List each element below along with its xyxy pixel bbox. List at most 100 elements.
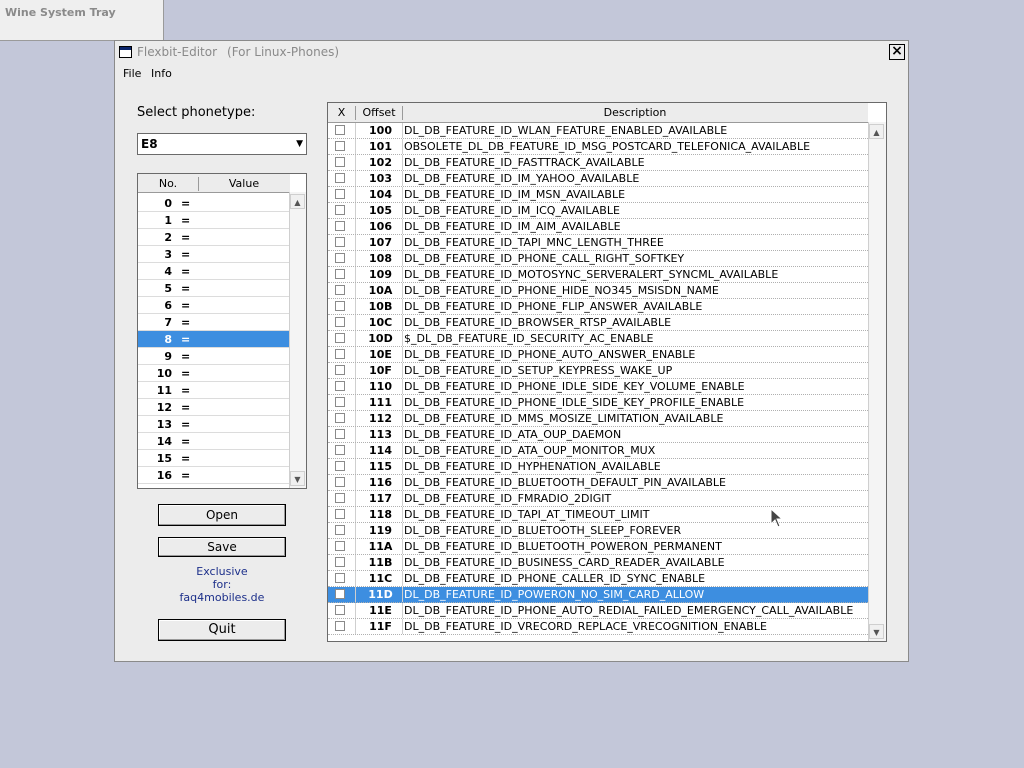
value-list-row[interactable]: 13 = xyxy=(138,416,290,433)
feature-row[interactable]: 10C DL_DB_FEATURE_ID_BROWSER_RTSP_AVAILAB… xyxy=(328,315,868,331)
column-no[interactable]: No. xyxy=(138,177,199,191)
feature-checkbox[interactable] xyxy=(335,285,345,295)
column-description[interactable]: Description xyxy=(403,106,867,120)
feature-row[interactable]: 112 DL_DB_FEATURE_ID_MMS_MOSIZE_LIMITATIO… xyxy=(328,411,868,427)
scroll-down-icon[interactable]: ▼ xyxy=(290,471,305,486)
quit-button[interactable]: Quit xyxy=(158,619,286,641)
feature-checkbox[interactable] xyxy=(335,621,345,631)
feature-row[interactable]: 102 DL_DB_FEATURE_ID_FASTTRACK_AVAILABLE xyxy=(328,155,868,171)
value-list-row[interactable]: 0 = xyxy=(138,195,290,212)
value-list-row[interactable]: 10 = xyxy=(138,365,290,382)
value-list-row[interactable]: 14 = xyxy=(138,433,290,450)
feature-row[interactable]: 107 DL_DB_FEATURE_ID_TAPI_MNC_LENGTH_THRE… xyxy=(328,235,868,251)
value-list-row[interactable]: 9 = xyxy=(138,348,290,365)
feature-row[interactable]: 10A DL_DB_FEATURE_ID_PHONE_HIDE_NO345_MSI… xyxy=(328,283,868,299)
value-list[interactable]: No. Value 0 = 1 = 2 = 3 = 4 = 5 = 6 = 7 = 8 = 9 = 10 = 11 = 12 = 1… xyxy=(137,173,307,489)
feature-checkbox[interactable] xyxy=(335,413,345,423)
feature-row[interactable]: 103 DL_DB_FEATURE_ID_IM_YAHOO_AVAILABLE xyxy=(328,171,868,187)
feature-checkbox[interactable] xyxy=(335,589,345,599)
feature-checkbox[interactable] xyxy=(335,301,345,311)
feature-checkbox[interactable] xyxy=(335,317,345,327)
feature-checkbox[interactable] xyxy=(335,397,345,407)
feature-row[interactable]: 10D $_DL_DB_FEATURE_ID_SECURITY_AC_ENABLE xyxy=(328,331,868,347)
feature-checkbox[interactable] xyxy=(335,189,345,199)
feature-checkbox[interactable] xyxy=(335,269,345,279)
feature-row[interactable]: 100 DL_DB_FEATURE_ID_WLAN_FEATURE_ENABLED… xyxy=(328,123,868,139)
feature-checkbox[interactable] xyxy=(335,509,345,519)
feature-checkbox[interactable] xyxy=(335,221,345,231)
open-button[interactable]: Open xyxy=(158,504,286,526)
feature-row[interactable]: 110 DL_DB_FEATURE_ID_PHONE_IDLE_SIDE_KEY_… xyxy=(328,379,868,395)
feature-row[interactable]: 105 DL_DB_FEATURE_ID_IM_ICQ_AVAILABLE xyxy=(328,203,868,219)
feature-checkbox[interactable] xyxy=(335,349,345,359)
feature-checkbox[interactable] xyxy=(335,157,345,167)
value-list-row[interactable]: 6 = xyxy=(138,297,290,314)
feature-checkbox[interactable] xyxy=(335,365,345,375)
chevron-down-icon[interactable]: ▼ xyxy=(296,139,303,149)
feature-row[interactable]: 11C DL_DB_FEATURE_ID_PHONE_CALLER_ID_SYNC… xyxy=(328,571,868,587)
value-list-row[interactable]: 4 = xyxy=(138,263,290,280)
feature-row[interactable]: 106 DL_DB_FEATURE_ID_IM_AIM_AVAILABLE xyxy=(328,219,868,235)
column-x[interactable]: X xyxy=(328,106,356,120)
value-list-row[interactable]: 8 = xyxy=(138,331,290,348)
feature-row[interactable]: 104 DL_DB_FEATURE_ID_IM_MSN_AVAILABLE xyxy=(328,187,868,203)
feature-row[interactable]: 11B DL_DB_FEATURE_ID_BUSINESS_CARD_READER… xyxy=(328,555,868,571)
scroll-up-icon[interactable]: ▲ xyxy=(869,124,884,139)
feature-checkbox[interactable] xyxy=(335,173,345,183)
menu-file[interactable]: File xyxy=(123,67,141,80)
feature-row[interactable]: 119 DL_DB_FEATURE_ID_BLUETOOTH_SLEEP_FORE… xyxy=(328,523,868,539)
scroll-up-icon[interactable]: ▲ xyxy=(290,194,305,209)
feature-table[interactable]: X Offset Description 100 DL_DB_FEATURE_ID… xyxy=(327,102,887,642)
value-list-row[interactable]: 1 = xyxy=(138,212,290,229)
feature-row[interactable]: 11E DL_DB_FEATURE_ID_PHONE_AUTO_REDIAL_FA… xyxy=(328,603,868,619)
feature-checkbox[interactable] xyxy=(335,253,345,263)
feature-checkbox[interactable] xyxy=(335,477,345,487)
feature-checkbox[interactable] xyxy=(335,541,345,551)
feature-row[interactable]: 11A DL_DB_FEATURE_ID_BLUETOOTH_POWERON_PE… xyxy=(328,539,868,555)
column-value[interactable]: Value xyxy=(198,177,290,190)
feature-row[interactable]: 10F DL_DB_FEATURE_ID_SETUP_KEYPRESS_WAKE_… xyxy=(328,363,868,379)
feature-checkbox[interactable] xyxy=(335,493,345,503)
feature-row[interactable]: 111 DL_DB_FEATURE_ID_PHONE_IDLE_SIDE_KEY_… xyxy=(328,395,868,411)
value-list-row[interactable]: 7 = xyxy=(138,314,290,331)
feature-table-scrollbar[interactable]: ▲ ▼ xyxy=(868,122,886,641)
feature-row[interactable]: 114 DL_DB_FEATURE_ID_ATA_OUP_MONITOR_MUX xyxy=(328,443,868,459)
value-list-row[interactable]: 15 = xyxy=(138,450,290,467)
feature-checkbox[interactable] xyxy=(335,557,345,567)
close-button[interactable]: × xyxy=(889,44,905,60)
feature-row[interactable]: 101 OBSOLETE_DL_DB_FEATURE_ID_MSG_POSTCAR… xyxy=(328,139,868,155)
save-button[interactable]: Save xyxy=(158,537,286,557)
feature-checkbox[interactable] xyxy=(335,125,345,135)
feature-row[interactable]: 117 DL_DB_FEATURE_ID_FMRADIO_2DIGIT xyxy=(328,491,868,507)
feature-checkbox[interactable] xyxy=(335,205,345,215)
menu-info[interactable]: Info xyxy=(151,67,172,80)
feature-checkbox[interactable] xyxy=(335,605,345,615)
feature-checkbox[interactable] xyxy=(335,525,345,535)
column-offset[interactable]: Offset xyxy=(356,106,403,120)
value-list-row[interactable]: 12 = xyxy=(138,399,290,416)
feature-row[interactable]: 10B DL_DB_FEATURE_ID_PHONE_FLIP_ANSWER_AV… xyxy=(328,299,868,315)
value-list-row[interactable]: 5 = xyxy=(138,280,290,297)
title-bar[interactable]: Flexbit-Editor (For Linux-Phones) × xyxy=(115,41,908,65)
window-icon[interactable] xyxy=(119,46,132,58)
feature-checkbox[interactable] xyxy=(335,237,345,247)
feature-checkbox[interactable] xyxy=(335,333,345,343)
feature-row[interactable]: 10E DL_DB_FEATURE_ID_PHONE_AUTO_ANSWER_EN… xyxy=(328,347,868,363)
feature-checkbox[interactable] xyxy=(335,381,345,391)
feature-checkbox[interactable] xyxy=(335,141,345,151)
value-list-scrollbar[interactable]: ▲ ▼ xyxy=(289,192,306,488)
feature-row[interactable]: 115 DL_DB_FEATURE_ID_HYPHENATION_AVAILABL… xyxy=(328,459,868,475)
feature-row[interactable]: 109 DL_DB_FEATURE_ID_MOTOSYNC_SERVERALERT… xyxy=(328,267,868,283)
phonetype-select[interactable]: E8 ▼ xyxy=(137,133,307,155)
value-list-row[interactable]: 2 = xyxy=(138,229,290,246)
feature-row[interactable]: 113 DL_DB_FEATURE_ID_ATA_OUP_DAEMON xyxy=(328,427,868,443)
value-list-row[interactable]: 11 = xyxy=(138,382,290,399)
feature-checkbox[interactable] xyxy=(335,461,345,471)
scroll-down-icon[interactable]: ▼ xyxy=(869,624,884,639)
feature-row[interactable]: 118 DL_DB_FEATURE_ID_TAPI_AT_TIMEOUT_LIMI… xyxy=(328,507,868,523)
value-list-row[interactable]: 3 = xyxy=(138,246,290,263)
value-list-row[interactable]: 16 = xyxy=(138,467,290,484)
feature-checkbox[interactable] xyxy=(335,429,345,439)
feature-row[interactable]: 116 DL_DB_FEATURE_ID_BLUETOOTH_DEFAULT_PI… xyxy=(328,475,868,491)
feature-row[interactable]: 11F DL_DB_FEATURE_ID_VRECORD_REPLACE_VREC… xyxy=(328,619,868,635)
